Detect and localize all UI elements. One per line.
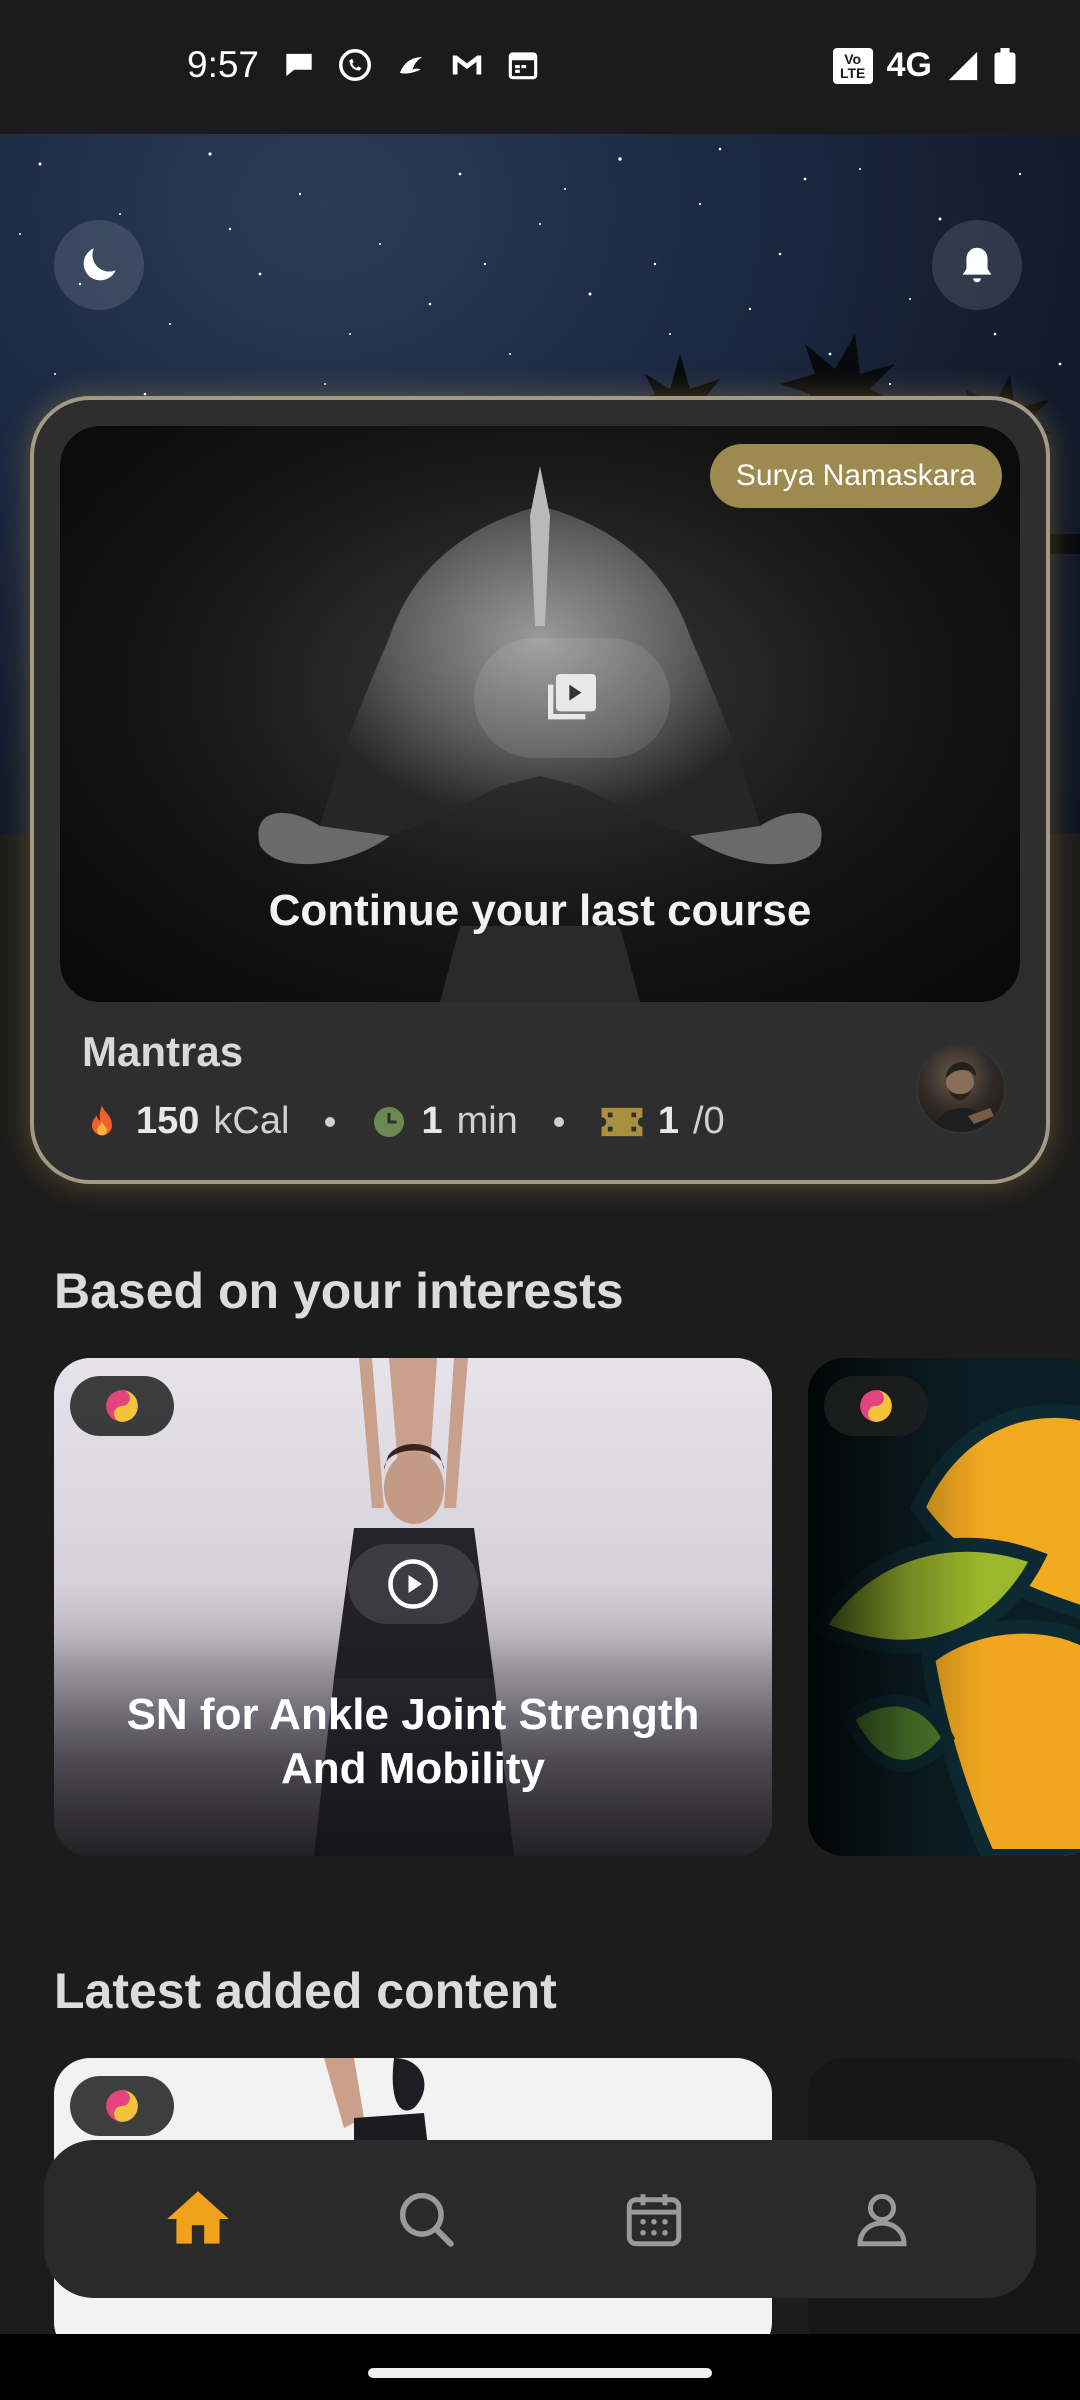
calendar-icon — [626, 2194, 682, 2247]
nav-calendar[interactable] — [594, 2159, 714, 2279]
calories-unit: kCal — [213, 1100, 290, 1142]
course-thumbnail[interactable]: Surya Namaskara Continue your last cours… — [60, 426, 1020, 1002]
separator-dot — [553, 1116, 564, 1127]
latest-section-title: Latest added content — [54, 1963, 557, 2019]
swirl-app-icon — [399, 57, 423, 74]
whatsapp-icon — [339, 49, 371, 81]
category-badge — [824, 1376, 928, 1436]
calendar-icon — [508, 52, 538, 80]
recommended-card[interactable] — [808, 1358, 1080, 1856]
course-title: Mantras — [82, 1028, 244, 1075]
volte-badge: Vo LTE — [832, 47, 873, 84]
course-meta: 150 kCal 1 min 1 /0 — [82, 1100, 725, 1143]
separator-dot — [325, 1116, 336, 1127]
profile-icon — [857, 2193, 907, 2247]
gmail-icon — [452, 55, 482, 75]
videos-value: 1 — [657, 1100, 679, 1142]
signal-icon — [948, 51, 978, 80]
category-badge — [70, 1376, 174, 1436]
recommended-card-title: SN for Ankle Joint Strength And Mobility — [126, 1690, 700, 1793]
bottom-navigation — [44, 2140, 1036, 2298]
continue-caption: Continue your last course — [268, 886, 812, 935]
status-time: 9:57 — [187, 44, 260, 85]
home-icon — [167, 2191, 229, 2244]
nav-profile[interactable] — [822, 2159, 942, 2279]
recommended-card[interactable]: SN for Ankle Joint Strength And Mobility — [54, 1358, 772, 1856]
fire-icon — [92, 1104, 112, 1135]
yin-yang-icon — [860, 1390, 892, 1422]
home-indicator[interactable] — [368, 2368, 712, 2378]
bell-icon — [962, 247, 992, 283]
videos-total: /0 — [692, 1100, 725, 1142]
notification-icons — [280, 46, 542, 84]
continue-course-card[interactable]: Surya Namaskara Continue your last cours… — [30, 396, 1050, 1184]
play-circle-icon — [388, 1559, 438, 1609]
duration-value: 1 — [421, 1100, 443, 1142]
moon-icon — [83, 248, 116, 281]
video-ticket-icon — [601, 1107, 643, 1136]
duration-unit: min — [456, 1100, 518, 1142]
clock-icon — [374, 1106, 405, 1137]
interests-section-title: Based on your interests — [54, 1263, 624, 1319]
notifications-button[interactable] — [932, 220, 1022, 310]
instructor-photo — [932, 1062, 994, 1132]
battery-icon — [994, 47, 1016, 84]
nav-search[interactable] — [366, 2159, 486, 2279]
status-bar: 9:57 Vo LTE 4G — [0, 0, 1080, 134]
calories-value: 150 — [136, 1100, 200, 1142]
system-status: Vo LTE 4G — [832, 46, 1016, 85]
yin-yang-icon — [106, 1390, 138, 1422]
system-navigation-bar — [0, 2334, 1080, 2400]
play-playlist-button[interactable] — [474, 638, 670, 758]
video-library-icon — [548, 674, 596, 720]
yin-yang-icon — [106, 2090, 138, 2122]
search-icon — [399, 2192, 454, 2247]
theme-toggle-button[interactable] — [54, 220, 144, 310]
chat-bubble-icon — [286, 53, 312, 77]
nav-home[interactable] — [138, 2159, 258, 2279]
network-type: 4G — [886, 46, 932, 84]
category-badge — [70, 2076, 174, 2136]
play-video-button[interactable] — [348, 1544, 478, 1624]
course-tag: Surya Namaskara — [709, 444, 1002, 508]
instructor-avatar[interactable] — [916, 1044, 1006, 1134]
